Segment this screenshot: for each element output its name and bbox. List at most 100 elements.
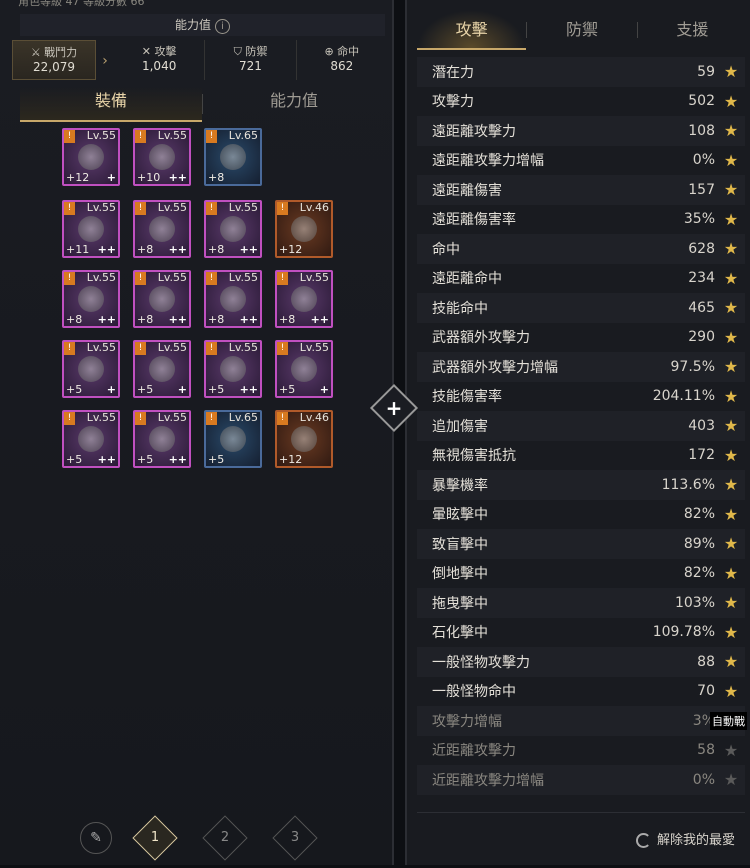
item-icon — [78, 356, 104, 382]
item-enhance: +8 — [208, 243, 225, 256]
item-plus: ++ — [239, 243, 258, 256]
item-level: Lv.55 — [86, 341, 116, 354]
star-icon[interactable]: ★ — [723, 92, 739, 111]
tab-ability[interactable]: 能力值 — [203, 86, 385, 122]
stat-label-row: ✕ 攻擊 — [114, 44, 204, 59]
star-icon[interactable]: ★ — [723, 328, 739, 347]
equipment-slot[interactable]: ! Lv.55 +5 ++ — [133, 410, 191, 468]
stat-row: 遠距離命中 234 ★ — [417, 264, 745, 294]
stat-value: 109.78% — [652, 624, 715, 641]
tab-defense[interactable]: 防禦 — [527, 10, 636, 50]
star-icon[interactable]: ★ — [723, 180, 739, 199]
item-icon — [291, 216, 317, 242]
exclaim-icon: ! — [206, 130, 217, 143]
equipment-slot[interactable]: ! Lv.55 +5 + — [275, 340, 333, 398]
item-plus: + — [177, 383, 187, 396]
preset-1-button[interactable]: 1 — [132, 815, 178, 861]
preset-2-button[interactable]: 2 — [202, 815, 248, 861]
item-plus: + — [106, 171, 116, 184]
item-icon — [291, 356, 317, 382]
star-icon[interactable]: ★ — [723, 62, 739, 81]
equipment-slot[interactable]: ! Lv.55 +8 ++ — [204, 200, 262, 258]
star-icon[interactable]: ★ — [723, 239, 739, 258]
item-icon — [220, 356, 246, 382]
equipment-slot[interactable]: ! Lv.46 +12 — [275, 410, 333, 468]
stat-row: 武器額外攻擊力 290 ★ — [417, 323, 745, 353]
item-plus: ++ — [239, 313, 258, 326]
stat-row: 武器額外攻擊力增幅 97.5% ★ — [417, 352, 745, 382]
star-icon[interactable]: ★ — [723, 151, 739, 170]
item-icon — [78, 426, 104, 452]
equipment-slot[interactable]: ! Lv.55 +5 ++ — [204, 340, 262, 398]
equipment-slot[interactable]: ! Lv.55 +8 ++ — [204, 270, 262, 328]
exclaim-icon: ! — [135, 342, 146, 355]
star-icon[interactable]: ★ — [723, 416, 739, 435]
equipment-slot[interactable]: ! Lv.55 +5 + — [133, 340, 191, 398]
equipment-slot[interactable]: ! Lv.55 +8 ++ — [275, 270, 333, 328]
star-icon[interactable]: ★ — [723, 298, 739, 317]
preset-3-button[interactable]: 3 — [272, 815, 318, 861]
clear-favorites-button[interactable]: 解除我的最愛 — [635, 829, 735, 848]
item-level: Lv.55 — [299, 271, 329, 284]
star-icon[interactable]: ★ — [723, 505, 739, 524]
stat-name: 近距離攻擊力增幅 — [432, 772, 544, 789]
tab-support[interactable]: 支援 — [638, 10, 747, 50]
equipment-slot[interactable]: ! Lv.55 +8 ++ — [133, 200, 191, 258]
tab-attack[interactable]: 攻擊 — [417, 10, 527, 50]
edit-icon[interactable]: ✎ — [80, 822, 112, 854]
star-icon[interactable]: ★ — [723, 534, 739, 553]
star-icon[interactable]: ★ — [723, 652, 739, 671]
stat-row: 暈眩擊中 82% ★ — [417, 500, 745, 530]
star-icon[interactable]: ★ — [723, 387, 739, 406]
star-icon[interactable]: ★ — [723, 357, 739, 376]
info-icon[interactable]: i — [215, 19, 230, 34]
item-level: Lv.55 — [86, 201, 116, 214]
equipment-slot[interactable]: ! Lv.55 +10 ++ — [133, 128, 191, 186]
stat-value: 502 — [688, 93, 715, 110]
item-level: Lv.46 — [299, 411, 329, 424]
stat-name: 武器額外攻擊力增幅 — [432, 359, 558, 376]
stat-name: 石化擊中 — [432, 625, 488, 642]
star-icon[interactable]: ★ — [723, 475, 739, 494]
star-icon[interactable]: ★ — [723, 446, 739, 465]
star-icon[interactable]: ★ — [723, 623, 739, 642]
equipment-slot[interactable]: ! Lv.65 +5 — [204, 410, 262, 468]
star-icon[interactable]: ★ — [723, 593, 739, 612]
equipment-slot[interactable]: ! Lv.55 +5 + — [62, 340, 120, 398]
tab-equipment[interactable]: 裝備 — [20, 86, 202, 122]
item-level: Lv.55 — [86, 129, 116, 142]
stat-name: 命中 — [432, 241, 460, 258]
stat-0[interactable]: ⚔ 戰鬥力 22,079 — [12, 40, 96, 80]
item-plus: + — [106, 383, 116, 396]
star-icon[interactable]: ★ — [723, 564, 739, 583]
star-icon[interactable]: ★ — [723, 121, 739, 140]
stat-value: 103% — [674, 594, 715, 611]
stat-label: 防禦 — [245, 45, 268, 58]
equipment-slot[interactable]: ! Lv.55 +12 + — [62, 128, 120, 186]
star-icon[interactable]: ★ — [723, 210, 739, 229]
equipment-slot[interactable]: ! Lv.55 +5 ++ — [62, 410, 120, 468]
star-icon[interactable]: ★ — [723, 269, 739, 288]
item-level: Lv.55 — [86, 411, 116, 424]
item-icon — [78, 144, 104, 170]
stat-name: 倒地擊中 — [432, 566, 488, 583]
item-enhance: +5 — [208, 383, 225, 396]
stat-row: 攻擊力增幅3%★ — [417, 706, 745, 736]
equipment-slot[interactable]: ! Lv.55 +8 ++ — [62, 270, 120, 328]
star-icon[interactable]: ★ — [723, 741, 739, 760]
stat-value: 97.5% — [670, 358, 715, 375]
star-icon[interactable]: ★ — [723, 682, 739, 701]
equipment-slot[interactable]: ! Lv.65 +8 — [204, 128, 262, 186]
equipment-slot[interactable]: ! Lv.55 +11 ++ — [62, 200, 120, 258]
stat-2: ⛉ 防禦 721 — [204, 40, 295, 80]
stat-label: 命中 — [337, 45, 360, 58]
equipment-slot[interactable]: ! Lv.46 +12 — [275, 200, 333, 258]
item-plus: ++ — [310, 313, 329, 326]
stat-row: 致盲擊中 89% ★ — [417, 529, 745, 559]
item-level: Lv.55 — [228, 341, 258, 354]
item-icon — [220, 286, 246, 312]
star-icon[interactable]: ★ — [723, 770, 739, 789]
exclaim-icon: ! — [64, 202, 75, 215]
equipment-slot[interactable]: ! Lv.55 +8 ++ — [133, 270, 191, 328]
item-plus: ++ — [97, 243, 116, 256]
